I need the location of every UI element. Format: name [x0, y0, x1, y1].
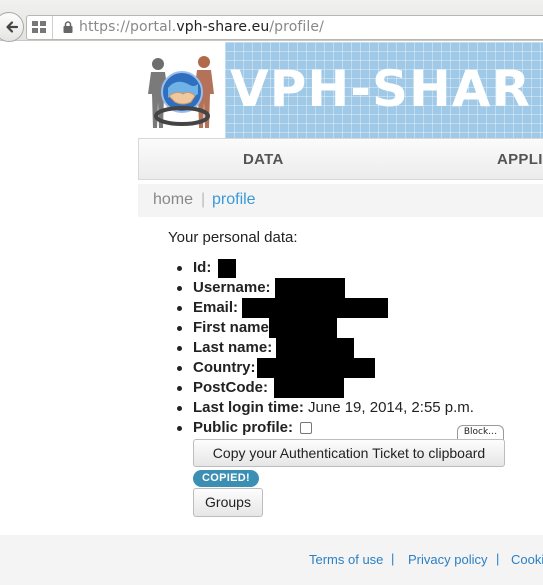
footer-separator: |: [496, 551, 500, 566]
cookie-policy-link[interactable]: Cooki: [511, 552, 543, 567]
field-last-name: Last name:: [168, 338, 538, 359]
redacted-country: [256, 358, 375, 379]
field-first-name: First name: [168, 318, 538, 339]
footer: Terms of use | Privacy policy | Cooki: [0, 535, 543, 585]
field-label-country: Country:: [193, 359, 256, 376]
field-id: Id:: [168, 258, 538, 278]
groups-button[interactable]: Groups: [193, 488, 263, 517]
grid-icon[interactable]: [32, 21, 46, 33]
field-postcode: PostCode:: [168, 378, 538, 399]
back-button[interactable]: [0, 12, 24, 42]
field-label-postcode: PostCode:: [193, 379, 268, 396]
address-divider: [52, 16, 53, 39]
url-domain: vph-share.eu: [176, 19, 270, 35]
field-label-first-name: First name: [193, 319, 269, 336]
field-label-id: Id:: [193, 259, 212, 276]
profile-intro: Your personal data:: [168, 229, 298, 246]
nav-item-data[interactable]: DATA: [243, 151, 284, 168]
field-last-login: Last login time: June 19, 2014, 2:55 p.m…: [168, 398, 538, 418]
terms-of-use-link[interactable]: Terms of use: [309, 552, 383, 567]
site-banner: VPH-SHAR: [138, 42, 543, 138]
public-profile-checkbox[interactable]: [300, 422, 313, 435]
breadcrumb-separator: |: [201, 191, 206, 208]
field-label-last-name: Last name:: [193, 339, 273, 356]
banner-title: VPH-SHAR: [230, 60, 531, 118]
vph-share-logo-icon[interactable]: [138, 42, 225, 138]
copy-ticket-button[interactable]: Copy your Authentication Ticket to clipb…: [193, 439, 505, 467]
redacted-email: [242, 298, 389, 319]
nav-item-applications[interactable]: APPLI: [497, 151, 543, 168]
field-label-username: Username:: [193, 279, 271, 296]
block-popup-tab[interactable]: Block…: [457, 425, 504, 440]
breadcrumb-home-link[interactable]: home: [153, 191, 193, 209]
copied-badge: COPIED!: [193, 470, 259, 487]
lock-icon: [63, 21, 73, 33]
redacted-first-name: [269, 318, 338, 339]
privacy-policy-link[interactable]: Privacy policy: [408, 552, 487, 567]
field-label-public-profile: Public profile:: [193, 419, 294, 436]
url-prefix: https://portal.: [79, 19, 177, 35]
breadcrumb-profile-link[interactable]: profile: [212, 191, 256, 209]
last-login-value: June 19, 2014, 2:55 p.m.: [308, 399, 474, 416]
main-nav: DATA APPLI: [138, 138, 543, 180]
arrow-left-icon: [6, 21, 19, 33]
redacted-last-name: [276, 338, 355, 359]
url-text[interactable]: https://portal.vph-share.eu/profile/: [79, 19, 324, 35]
field-label-email: Email:: [193, 299, 239, 316]
redacted-id: [217, 258, 236, 278]
field-username: Username:: [168, 278, 538, 299]
breadcrumb: home | profile: [138, 184, 543, 217]
redacted-postcode: [274, 378, 345, 399]
field-email: Email:: [168, 298, 538, 319]
field-country: Country:: [168, 358, 538, 379]
footer-separator: |: [391, 551, 395, 566]
url-path: /profile/: [269, 19, 324, 35]
browser-toolbar: https://portal.vph-share.eu/profile/: [0, 0, 543, 42]
field-label-last-login: Last login time:: [193, 399, 304, 416]
redacted-username: [274, 278, 345, 299]
profile-field-list: Id: Username: Email: First name Last nam…: [168, 258, 538, 438]
